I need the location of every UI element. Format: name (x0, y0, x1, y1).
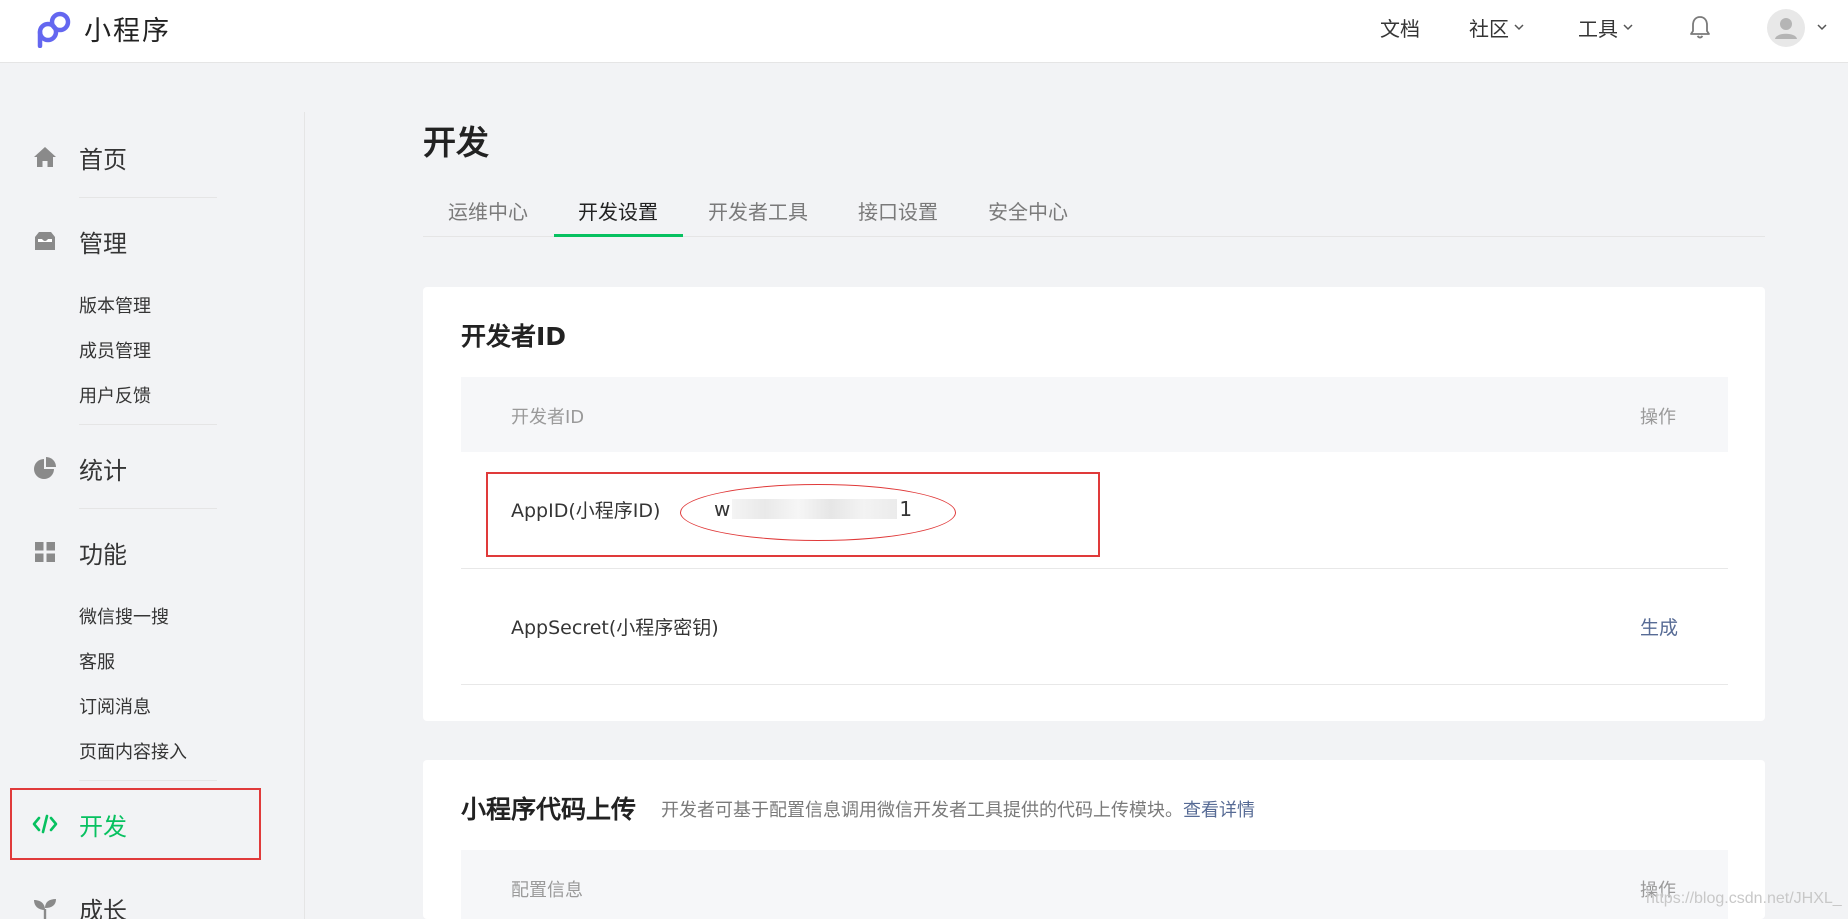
sidebar-item-growth[interactable]: 成长 (32, 888, 127, 919)
sidebar-divider (79, 780, 217, 781)
chevron-down-icon[interactable] (1815, 20, 1829, 34)
top-bar: 小程序 文档 社区 工具 (0, 0, 1848, 63)
notification-bell-icon[interactable] (1688, 14, 1712, 40)
sprout-icon (34, 899, 56, 919)
tab-security-center[interactable]: 安全中心 (988, 196, 1068, 225)
sidebar-item-page-content-access[interactable]: 页面内容接入 (79, 738, 187, 764)
sidebar-item-label: 功能 (79, 540, 127, 569)
table-row-appsecret: AppSecret(小程序密钥) 生成 (461, 569, 1728, 685)
grid-icon (35, 542, 55, 562)
home-icon (34, 147, 56, 167)
nav-docs[interactable]: 文档 (1380, 14, 1420, 41)
pie-chart-icon (34, 457, 56, 479)
column-header-developer-id: 开发者ID (511, 407, 585, 428)
column-header-actions: 操作 (1640, 407, 1676, 428)
card-description: 开发者可基于配置信息调用微信开发者工具提供的代码上传模块。查看详情 (661, 796, 1255, 822)
view-details-link[interactable]: 查看详情 (1183, 800, 1255, 821)
nav-tools[interactable]: 工具 (1578, 14, 1635, 41)
sidebar-item-manage[interactable]: 管理 (32, 221, 127, 261)
sidebar-item-member-management[interactable]: 成员管理 (79, 337, 151, 363)
active-tab-indicator (554, 234, 683, 237)
user-avatar-icon[interactable] (1767, 9, 1805, 47)
card-title: 小程序代码上传 (461, 795, 637, 824)
sidebar-divider (79, 508, 217, 509)
page-title: 开发 (423, 123, 489, 162)
tab-developer-tools[interactable]: 开发者工具 (708, 196, 808, 225)
generate-secret-link[interactable]: 生成 (1640, 613, 1678, 640)
watermark: https://blog.csdn.net/JHXL_ (1646, 890, 1842, 907)
tab-bar: 运维中心 开发设置 开发者工具 接口设置 安全中心 (423, 186, 1765, 237)
sidebar-item-statistics[interactable]: 统计 (32, 448, 127, 488)
tab-api-settings[interactable]: 接口设置 (858, 196, 938, 225)
tab-dev-settings[interactable]: 开发设置 (578, 196, 658, 225)
sidebar-item-home[interactable]: 首页 (32, 137, 127, 177)
table-header: 开发者ID 操作 (461, 377, 1728, 452)
sidebar-item-wechat-search[interactable]: 微信搜一搜 (79, 603, 169, 629)
sidebar-item-version-management[interactable]: 版本管理 (79, 292, 151, 318)
nav-community-label: 社区 (1469, 16, 1509, 41)
card-title: 开发者ID (461, 322, 567, 351)
annotation-highlight-box (10, 788, 261, 860)
chevron-down-icon (1623, 24, 1633, 31)
sidebar-item-customer-service[interactable]: 客服 (79, 648, 115, 674)
sidebar-item-features[interactable]: 功能 (32, 532, 127, 572)
sidebar-item-subscription-messages[interactable]: 订阅消息 (79, 693, 151, 719)
appsecret-label: AppSecret(小程序密钥) (511, 617, 719, 639)
chevron-down-icon (1514, 24, 1524, 31)
column-header-config: 配置信息 (511, 880, 583, 901)
nav-tools-label: 工具 (1578, 16, 1618, 41)
sidebar-item-label: 统计 (79, 456, 127, 485)
brand[interactable]: 小程序 (34, 8, 171, 48)
tab-operations-center[interactable]: 运维中心 (448, 196, 528, 225)
sidebar-divider (79, 424, 217, 425)
nav-docs-label: 文档 (1380, 16, 1420, 41)
mini-program-logo-icon (37, 11, 71, 48)
brand-name: 小程序 (84, 15, 171, 47)
sidebar-item-label: 首页 (79, 145, 127, 174)
inbox-icon (35, 232, 55, 250)
sidebar-divider (304, 112, 305, 919)
annotation-ellipse (680, 484, 956, 541)
code-upload-card: 小程序代码上传 开发者可基于配置信息调用微信开发者工具提供的代码上传模块。查看详… (423, 760, 1765, 919)
nav-community[interactable]: 社区 (1469, 14, 1526, 41)
sidebar-item-user-feedback[interactable]: 用户反馈 (79, 382, 151, 408)
sidebar-divider (79, 197, 217, 198)
description-text: 开发者可基于配置信息调用微信开发者工具提供的代码上传模块。 (661, 800, 1183, 821)
avatar-silhouette-icon (1775, 18, 1797, 39)
sidebar-item-label: 管理 (79, 229, 127, 258)
table-header: 配置信息 操作 (461, 850, 1728, 919)
sidebar-item-label: 成长 (79, 896, 127, 919)
